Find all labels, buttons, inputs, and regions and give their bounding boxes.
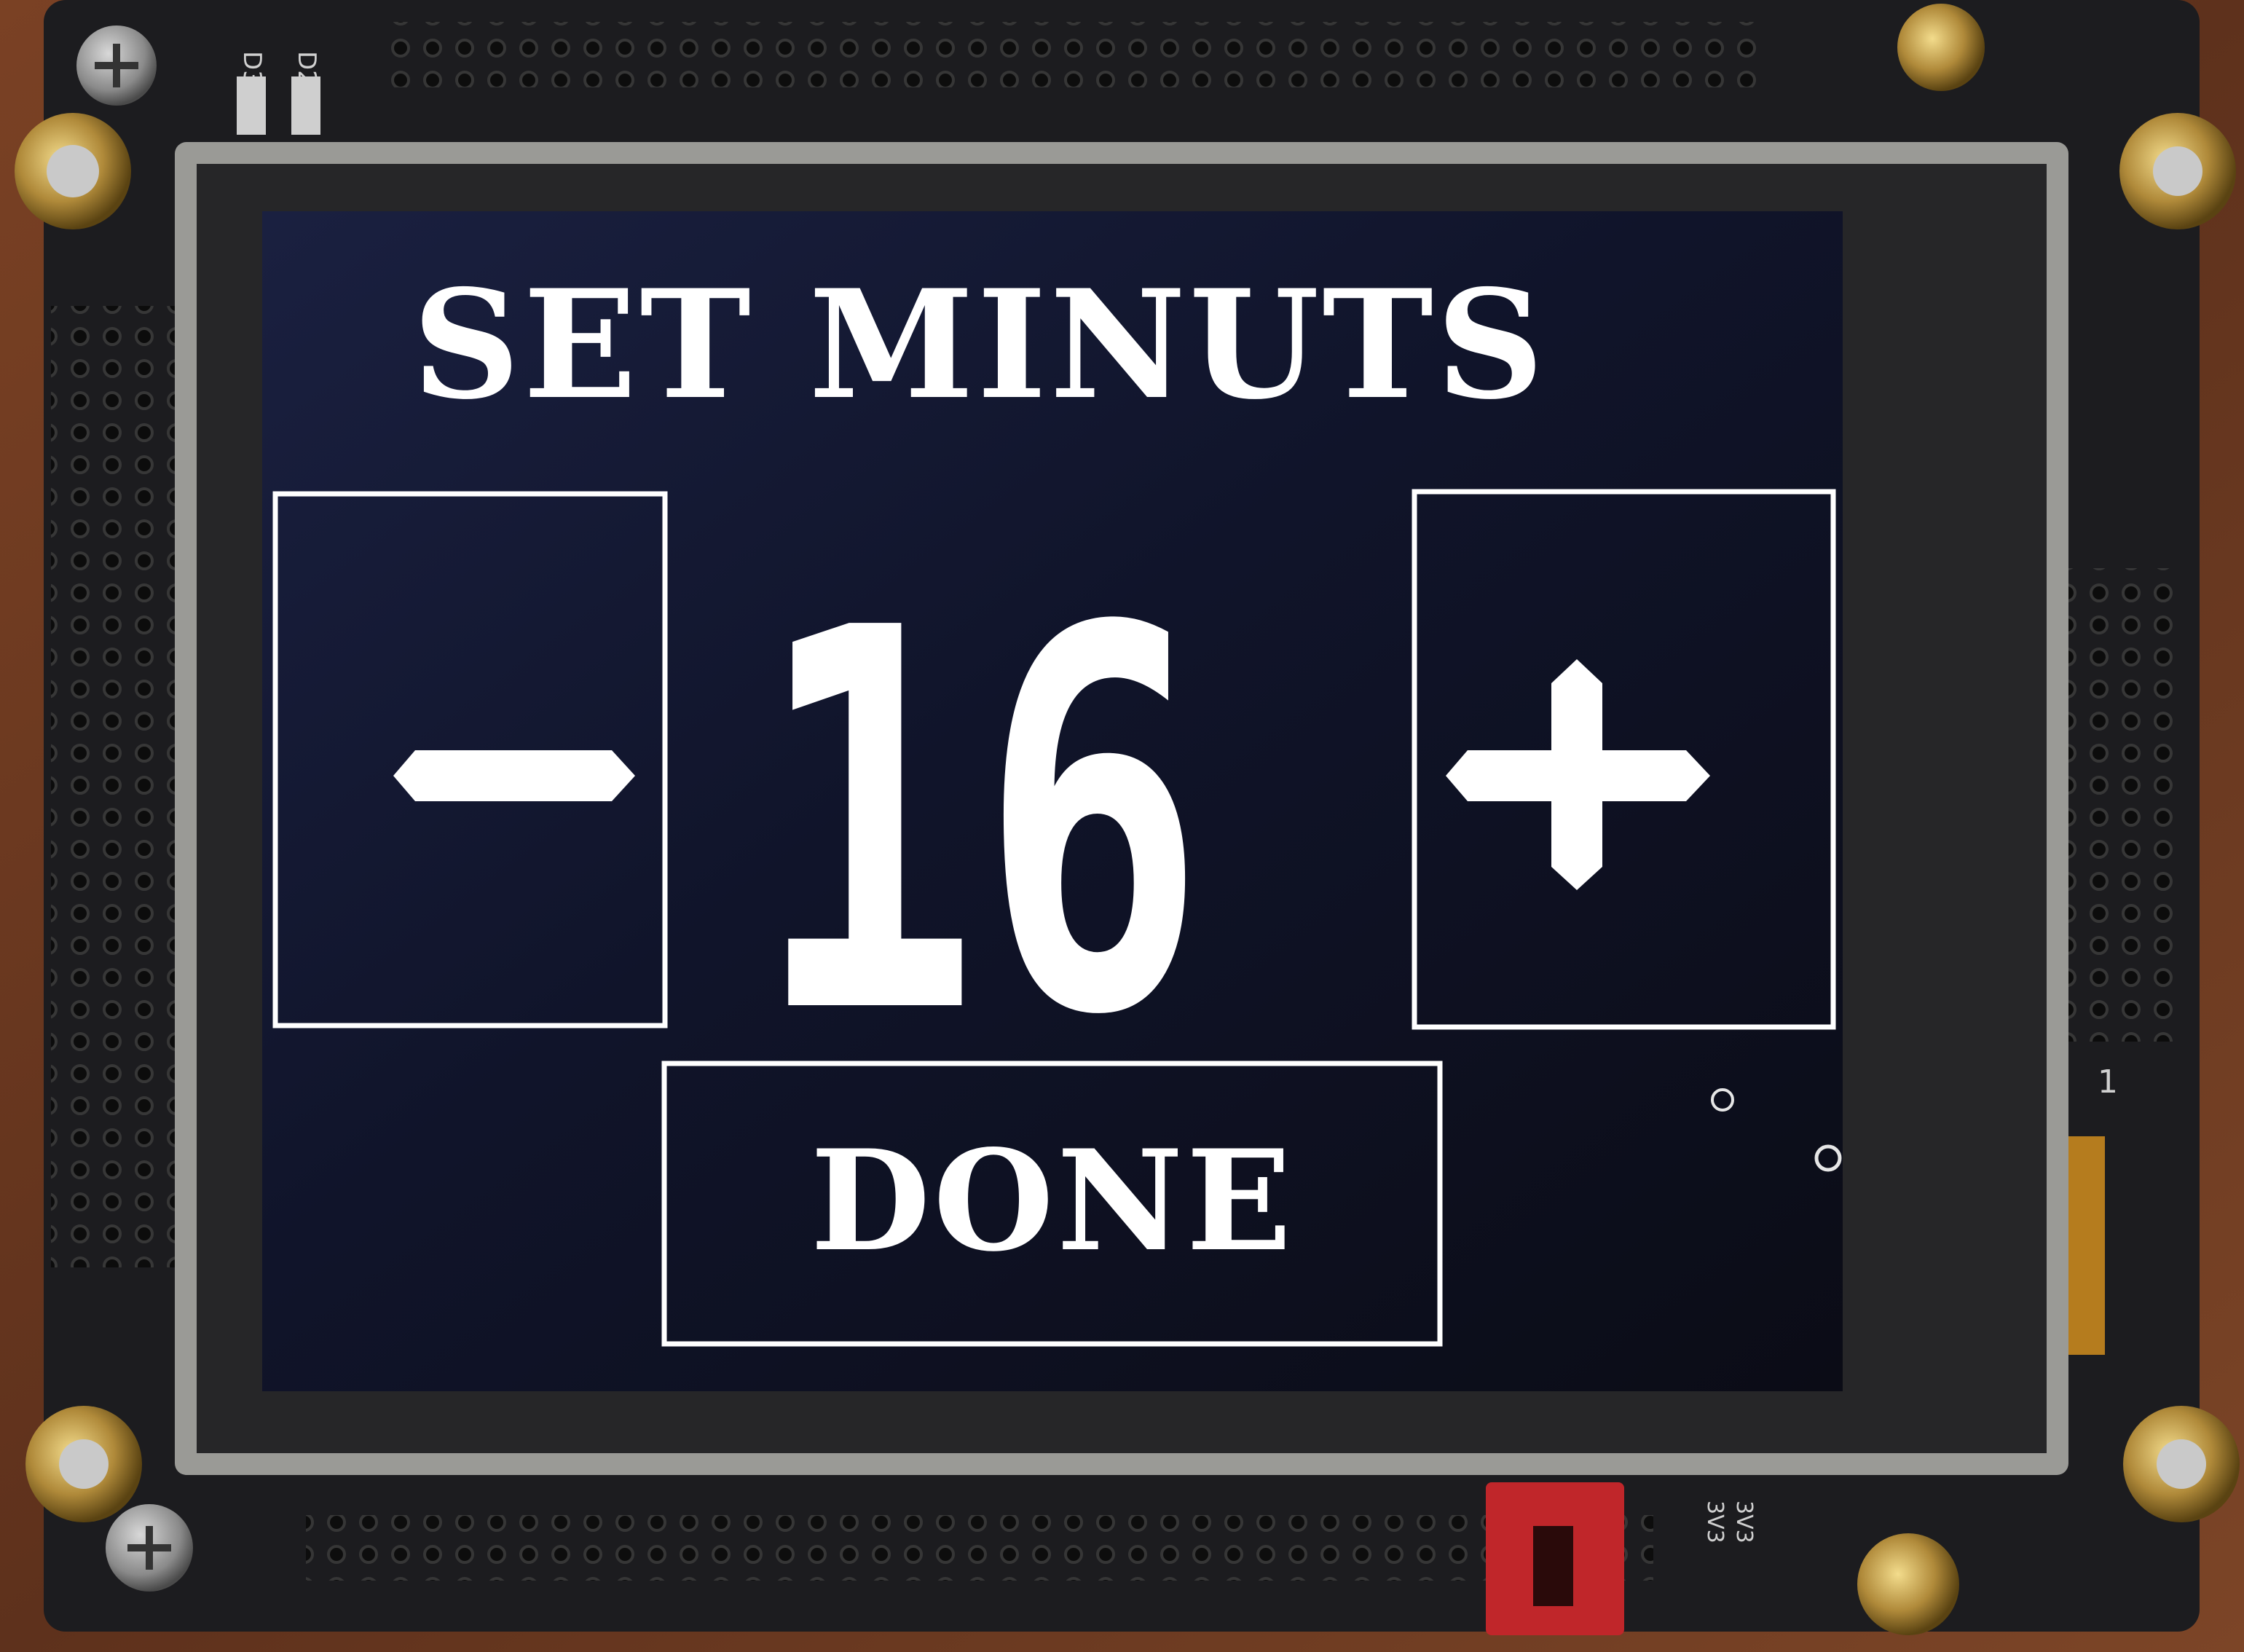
silk-pin1: 1 (2098, 1063, 2118, 1101)
photo-stage: D3 D2 1 3V3 3V3 SET MINUTS - + 16 (0, 0, 2244, 1652)
screw-head-icon (59, 1439, 109, 1489)
title-text: SET MINUTS (412, 258, 1547, 433)
minutes-value: 16 (754, 519, 1205, 1129)
header-pins-top (379, 22, 1763, 87)
minus-icon (393, 750, 635, 801)
brass-standoff-icon (1897, 4, 1985, 91)
jumper-slot (1533, 1526, 1573, 1606)
device-photo: D3 D2 1 3V3 3V3 SET MINUTS - + 16 (0, 0, 2244, 1652)
silk-3v3-a: 3V3 (1702, 1500, 1728, 1543)
screw-head-icon (2153, 146, 2202, 196)
done-label: DONE (811, 1120, 1295, 1282)
led-d3 (237, 76, 266, 135)
header-pins-right (2068, 568, 2178, 1042)
brass-standoff-icon (1857, 1533, 1959, 1635)
header-pins-left (51, 306, 182, 1267)
silk-3v3-b: 3V3 (1731, 1500, 1757, 1543)
header-pins-bottom (306, 1515, 1653, 1581)
screw-head-icon (2157, 1439, 2206, 1489)
led-d2 (291, 76, 320, 135)
screw-head-icon (47, 145, 99, 197)
